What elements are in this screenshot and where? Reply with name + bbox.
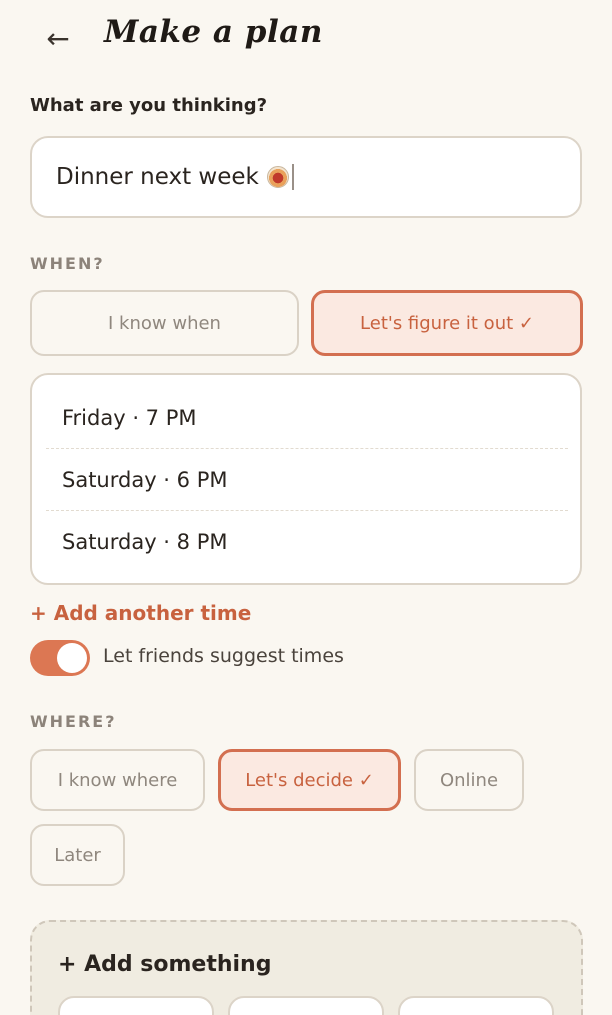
make-plan-screen: ← Make a plan What are you thinking? Din… — [0, 0, 612, 1015]
suggest-times-label: Let friends suggest times — [103, 645, 344, 667]
suggest-times-toggle[interactable] — [30, 640, 90, 676]
spaghetti-emoji-icon — [266, 166, 289, 188]
back-arrow-icon[interactable]: ← — [40, 18, 76, 58]
add-something-panel: + Add something — [30, 920, 583, 1015]
add-option-card[interactable] — [228, 996, 384, 1015]
add-option-card[interactable] — [58, 996, 214, 1015]
where-option-later[interactable]: Later — [30, 824, 125, 886]
time-options-list: Friday · 7 PM Saturday · 6 PM Saturday ·… — [30, 373, 582, 585]
time-option[interactable]: Saturday · 8 PM — [46, 511, 568, 572]
where-option-know-where[interactable]: I know where — [30, 749, 205, 811]
when-option-figure-it-out[interactable]: Let's figure it out ✓ — [311, 290, 583, 356]
where-label: WHERE? — [30, 712, 117, 731]
header: ← Make a plan — [0, 0, 612, 76]
when-label: WHEN? — [30, 254, 105, 273]
add-another-time-link[interactable]: + Add another time — [30, 601, 251, 625]
page-title: Make a plan — [104, 14, 323, 50]
plan-name-input[interactable]: Dinner next week — [30, 136, 582, 218]
plan-name-value: Dinner next week — [56, 164, 259, 190]
where-option-online[interactable]: Online — [414, 749, 524, 811]
where-option-lets-decide[interactable]: Let's decide ✓ — [218, 749, 401, 811]
add-option-card[interactable] — [398, 996, 554, 1015]
add-something-title: + Add something — [58, 952, 272, 977]
toggle-knob — [57, 643, 87, 673]
when-option-know-when[interactable]: I know when — [30, 290, 299, 356]
text-caret — [291, 164, 294, 190]
time-option[interactable]: Saturday · 6 PM — [46, 450, 568, 511]
what-label: What are you thinking? — [30, 95, 268, 116]
time-option[interactable]: Friday · 7 PM — [46, 388, 568, 449]
